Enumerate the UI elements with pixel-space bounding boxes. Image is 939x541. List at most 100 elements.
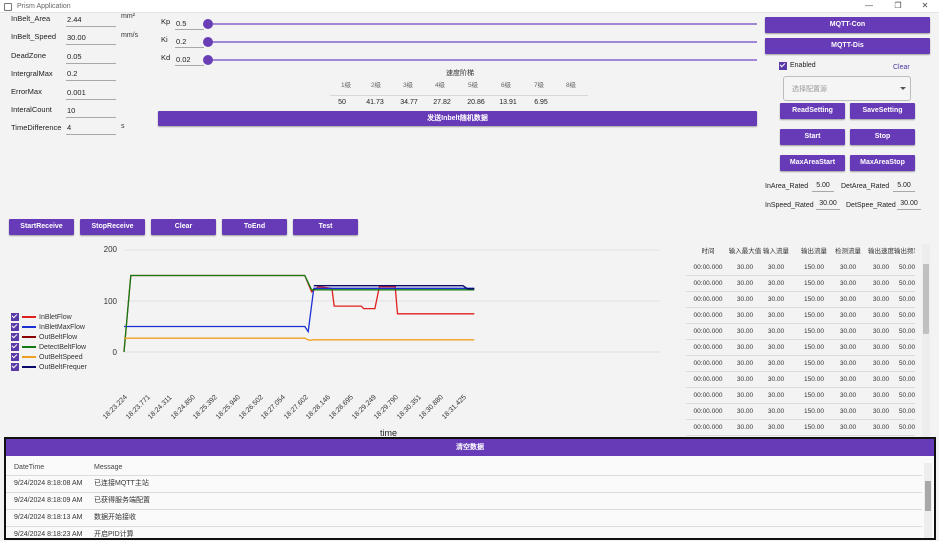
table-cell: 150.00: [804, 296, 824, 303]
table-row[interactable]: 00:00.000 30.00 30.00 150.00 30.00 30.00 50.00: [686, 404, 915, 420]
table-cell: 30.00: [767, 312, 785, 319]
table-cell: 50.00: [898, 424, 915, 431]
log-row[interactable]: 9/24/2024 8:18:08 AM 已连接MQTT主站: [6, 476, 922, 493]
table-cell: 50.00: [898, 328, 915, 335]
table-cell: 30.00: [839, 296, 857, 303]
table-cell: 30.00: [767, 344, 785, 351]
table-row[interactable]: 00:00.000 30.00 30.00 150.00 30.00 30.00 50.00: [686, 372, 915, 388]
legend-checkbox[interactable]: [11, 313, 19, 322]
log-message: 数据开始接收: [94, 514, 136, 521]
table-scrollbar[interactable]: [922, 244, 930, 437]
table-cell: 50.00: [898, 296, 915, 303]
legend-label: OutBeltFrequer: [39, 364, 87, 371]
table-cell: 30.00: [767, 280, 785, 287]
legend-item[interactable]: OutBeltFrequer: [11, 363, 87, 373]
table-header-row: 时间输入最大值输入流量输出流量检测流量输出速度输出频率: [686, 246, 916, 260]
table-cell: 30.00: [767, 328, 785, 335]
table-row[interactable]: 00:00.000 30.00 30.00 150.00 30.00 30.00 50.00: [686, 276, 915, 292]
table-cell: 150.00: [804, 264, 824, 271]
log-message: 开启PID计算: [94, 531, 134, 538]
clear-log-button[interactable]: 清空数据: [6, 439, 934, 456]
series-line-inbletflow: [123, 274, 475, 353]
legend-item[interactable]: InBletFlow: [11, 313, 87, 323]
table-cell: 00:00.000: [693, 392, 723, 399]
legend-item[interactable]: OutBeltFlow: [11, 333, 87, 343]
table-cell: 30.00: [767, 408, 785, 415]
legend-label: InBletMaxFlow: [39, 324, 85, 331]
table-cell: 30.00: [839, 376, 857, 383]
table-cell: 150.00: [804, 328, 824, 335]
legend-checkbox[interactable]: [11, 323, 19, 332]
table-cell: 00:00.000: [693, 408, 723, 415]
table-cell: 30.00: [767, 296, 785, 303]
table-cell: 00:00.000: [693, 424, 723, 431]
table-scrollbar-thumb[interactable]: [923, 264, 929, 334]
table-row[interactable]: 00:00.000 30.00 30.00 150.00 30.00 30.00 50.00: [686, 388, 915, 404]
table-header-cell: 检测流量: [835, 248, 861, 255]
legend-label: OutBeltSpeed: [39, 354, 83, 361]
table-cell: 30.00: [839, 392, 857, 399]
table-cell: 150.00: [804, 344, 824, 351]
table-cell: 00:00.000: [693, 264, 723, 271]
table-cell: 30.00: [736, 280, 754, 287]
log-row[interactable]: 9/24/2024 8:18:23 AM 开启PID计算: [6, 527, 922, 538]
log-list: 9/24/2024 8:18:08 AM 已连接MQTT主站 9/24/2024 8…: [6, 476, 922, 538]
legend-swatch: [22, 336, 36, 338]
table-cell: 00:00.000: [693, 328, 723, 335]
table-cell: 30.00: [767, 424, 785, 431]
log-datetime: 9/24/2024 8:18:23 AM: [14, 531, 83, 538]
series-line-inbletmaxflow: [124, 287, 475, 334]
legend-checkbox[interactable]: [11, 333, 19, 342]
log-datetime: 9/24/2024 8:18:08 AM: [14, 480, 83, 487]
table-cell: 50.00: [898, 376, 915, 383]
table-cell: 30.00: [839, 424, 857, 431]
legend-item[interactable]: DetectBeltFlow: [11, 343, 87, 353]
log-panel: 清空数据 DateTime Message 9/24/2024 8:18:08 …: [4, 437, 936, 540]
table-cell: 00:00.000: [693, 280, 723, 287]
table-cell: 50.00: [898, 264, 915, 271]
log-scrollbar-thumb[interactable]: [925, 481, 931, 511]
table-header-cell: 输出频率: [894, 248, 915, 255]
legend-checkbox[interactable]: [11, 343, 19, 352]
log-message: 已获得服务端配置: [94, 497, 150, 504]
log-row[interactable]: 9/24/2024 8:18:13 AM 数据开始接收: [6, 510, 922, 527]
table-row[interactable]: 00:00.000 30.00 30.00 150.00 30.00 30.00 50.00: [686, 356, 915, 372]
table-cell: 30.00: [839, 408, 857, 415]
legend-swatch: [22, 366, 36, 368]
table-cell: 30.00: [736, 344, 754, 351]
legend-label: OutBeltFlow: [39, 334, 78, 341]
legend-checkbox[interactable]: [11, 353, 19, 362]
table-row[interactable]: 00:00.000 30.00 30.00 150.00 30.00 30.00 50.00: [686, 324, 915, 340]
legend-label: DetectBeltFlow: [39, 344, 87, 351]
table-cell: 00:00.000: [693, 312, 723, 319]
legend-swatch: [22, 346, 36, 348]
log-row[interactable]: 9/24/2024 8:18:09 AM 已获得服务端配置: [6, 493, 922, 510]
log-message: 已连接MQTT主站: [94, 480, 149, 487]
table-row[interactable]: 00:00.000 30.00 30.00 150.00 30.00 30.00 50.00: [686, 420, 915, 436]
table-cell: 30.00: [736, 424, 754, 431]
table-row[interactable]: 00:00.000 30.00 30.00 150.00 30.00 30.00 50.00: [686, 292, 915, 308]
legend-label: InBletFlow: [39, 314, 72, 321]
table-row[interactable]: 00:00.000 30.00 30.00 150.00 30.00 30.00 50.00: [686, 260, 915, 276]
legend-item[interactable]: OutBeltSpeed: [11, 353, 87, 363]
table-cell: 30.00: [736, 264, 754, 271]
table-row[interactable]: 00:00.000 30.00 30.00 150.00 30.00 30.00 50.00: [686, 340, 915, 356]
table-header-cell: 时间: [701, 248, 715, 255]
log-scrollbar[interactable]: [924, 463, 932, 538]
table-header-cell: 输出流量: [801, 248, 827, 255]
table-cell: 30.00: [839, 328, 857, 335]
table-cell: 00:00.000: [693, 344, 723, 351]
legend-swatch: [22, 316, 36, 318]
table-cell: 30.00: [736, 328, 754, 335]
legend-checkbox[interactable]: [11, 363, 19, 372]
legend-swatch: [22, 356, 36, 358]
table-cell: 00:00.000: [693, 376, 723, 383]
table-cell: 50.00: [898, 360, 915, 367]
legend-item[interactable]: InBletMaxFlow: [11, 323, 87, 333]
series-line-outbeltspeed: [124, 337, 475, 341]
log-datetime: 9/24/2024 8:18:13 AM: [14, 514, 83, 521]
table-cell: 30.00: [839, 360, 857, 367]
log-header-message: Message: [94, 464, 123, 471]
table-cell: 30.00: [736, 408, 754, 415]
table-row[interactable]: 00:00.000 30.00 30.00 150.00 30.00 30.00 50.00: [686, 308, 915, 324]
